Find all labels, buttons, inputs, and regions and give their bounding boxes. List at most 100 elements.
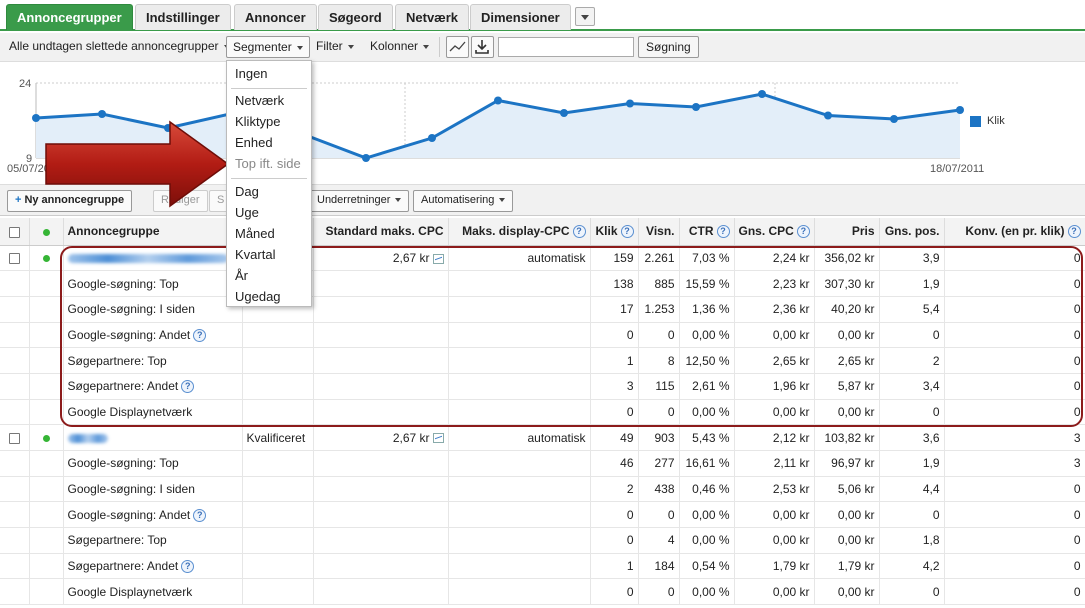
ad-group-name-link[interactable] — [67, 254, 228, 264]
menu-item-kvartal[interactable]: Kvartal — [227, 244, 311, 265]
table-row[interactable]: 2,67 kr automatisk 159 2.261 7,03 % 2,24 kr 35… — [0, 245, 1085, 272]
help-icon[interactable]: ? — [716, 225, 730, 239]
header-avg-cpc[interactable]: Gns. CPC? — [734, 218, 815, 246]
header-clicks[interactable]: Klik? — [590, 218, 639, 246]
tab-soegeord[interactable]: Søgeord — [318, 4, 393, 30]
header-std-cpc[interactable]: Standard maks. CPC — [313, 218, 449, 246]
help-icon[interactable]: ? — [1067, 225, 1081, 239]
row-checkbox[interactable] — [8, 253, 20, 265]
data-point[interactable] — [890, 115, 898, 123]
header-avg-cpc-label: Gns. CPC — [738, 224, 794, 239]
status-filter-dropdown[interactable]: Alle undtagen slettede annoncegrupper — [9, 39, 230, 53]
ad-group-name-cell[interactable] — [63, 424, 243, 451]
table-row[interactable]: Google-søgning: Andet? 0 0 0,00 % 0,00 kr 0,0… — [0, 501, 1085, 529]
table-row[interactable]: Google-søgning: Andet? 0 0 0,00 % 0,00 kr 0,0… — [0, 322, 1085, 349]
more-tabs-dropdown[interactable] — [575, 7, 595, 26]
row-checkbox[interactable] — [8, 432, 20, 444]
select-all-checkbox[interactable] — [8, 226, 20, 238]
header-display-cpc[interactable]: Maks. display-CPC? — [448, 218, 591, 246]
header-conversions[interactable]: Konv. (en pr. klik)? — [944, 218, 1085, 246]
row-checkbox-cell[interactable] — [0, 424, 30, 451]
download-icon[interactable] — [471, 36, 494, 58]
search-button[interactable]: Søgning — [638, 36, 699, 58]
menu-item-kliktype[interactable]: Kliktype — [227, 111, 311, 132]
data-point[interactable] — [98, 110, 106, 118]
menu-item-ingen[interactable]: Ingen — [227, 63, 311, 84]
tab-annoncegrupper[interactable]: Annoncegrupper — [6, 4, 133, 30]
table-row[interactable]: Google-søgning: Top 46 277 16,61 % 2,11 kr 96… — [0, 450, 1085, 477]
status-cell — [242, 347, 314, 374]
status-cell — [242, 373, 314, 400]
menu-item-enhed[interactable]: Enhed — [227, 132, 311, 153]
bid-chart-icon[interactable] — [432, 253, 444, 264]
help-icon[interactable]: ? — [193, 329, 207, 343]
std-cpc-cell[interactable]: 2,67 kr — [313, 245, 449, 272]
data-point[interactable] — [824, 111, 832, 120]
data-point[interactable] — [758, 90, 766, 98]
row-checkbox-cell[interactable] — [0, 245, 30, 272]
help-icon[interactable]: ? — [193, 508, 207, 522]
table-row[interactable]: Søgepartnere: Andet? 3 115 2,61 % 1,96 kr 5,8… — [0, 373, 1085, 400]
menu-item-maaned[interactable]: Måned — [227, 223, 311, 244]
table-row[interactable]: Søgepartnere: Andet? 1 184 0,54 % 1,79 kr 1,7… — [0, 553, 1085, 580]
data-point[interactable] — [560, 109, 568, 117]
header-impressions[interactable]: Visn. — [638, 218, 680, 246]
ad-group-name-cell[interactable] — [63, 245, 243, 272]
help-icon[interactable]: ? — [181, 560, 195, 574]
tab-indstillinger[interactable]: Indstillinger — [135, 4, 231, 30]
table-row[interactable]: Søgepartnere: Top 1 8 12,50 % 2,65 kr 2,65 kr… — [0, 347, 1085, 374]
table-row[interactable]: Google-søgning: I siden 17 1.253 1,36 % 2,36… — [0, 296, 1085, 323]
data-point[interactable] — [428, 134, 436, 142]
data-point[interactable] — [32, 114, 40, 122]
toolbar: Alle undtagen slettede annoncegrupper Se… — [0, 33, 1085, 62]
table-row[interactable]: Søgepartnere: Top 0 4 0,00 % 0,00 kr 0,00 kr 1… — [0, 527, 1085, 554]
pointer-arrow-icon — [45, 120, 230, 208]
table-row[interactable]: Google Displaynetværk 0 0 0,00 % 0,00 kr 0,00… — [0, 578, 1085, 606]
tab-annoncer[interactable]: Annoncer — [234, 4, 317, 30]
avg-pos-cell: 0 — [879, 322, 945, 349]
table-row[interactable]: Google-søgning: Top 138 885 15,59 % 2,23 kr 3… — [0, 270, 1085, 297]
tab-netvaerk[interactable]: Netværk — [395, 4, 470, 30]
data-point[interactable] — [362, 154, 370, 162]
ad-group-name-cell: Google-søgning: Top — [63, 270, 243, 297]
graph-toggle-icon[interactable] — [446, 36, 469, 58]
data-point[interactable] — [626, 99, 634, 108]
display-cpc-cell[interactable]: automatisk — [448, 245, 591, 272]
menu-item-ugedag[interactable]: Ugedag — [227, 286, 311, 307]
std-cpc-value[interactable]: 2,67 kr — [393, 431, 430, 445]
alerts-dropdown[interactable]: Underretninger — [309, 190, 410, 212]
menu-item-aar[interactable]: År — [227, 265, 311, 286]
automation-dropdown[interactable]: Automatisering — [413, 190, 514, 212]
ad-group-name-link[interactable] — [67, 433, 108, 443]
help-icon[interactable]: ? — [572, 225, 586, 239]
columns-dropdown[interactable]: Kolonner — [370, 39, 430, 53]
std-cpc-cell[interactable]: 2,67 kr — [313, 424, 449, 451]
help-icon[interactable]: ? — [620, 225, 634, 239]
select-all-checkbox-cell[interactable] — [0, 218, 30, 246]
std-cpc-value[interactable]: 2,67 kr — [393, 251, 430, 265]
data-point[interactable] — [494, 96, 502, 105]
segments-button[interactable]: Segmenter — [226, 36, 310, 58]
table-row[interactable]: Kvalificeret 2,67 kr automatisk 49 903 5,43 %… — [0, 424, 1085, 451]
clicks-cell: 2 — [590, 476, 639, 503]
menu-item-uge[interactable]: Uge — [227, 202, 311, 223]
tab-dimensioner[interactable]: Dimensioner — [470, 4, 571, 30]
display-cpc-cell[interactable]: automatisk — [448, 424, 591, 451]
table-row[interactable]: Google Displaynetværk 0 0 0,00 % 0,00 kr 0,00… — [0, 399, 1085, 426]
header-ad-group[interactable]: Annoncegruppe — [63, 218, 243, 246]
bid-chart-icon[interactable] — [432, 433, 444, 444]
help-icon[interactable]: ? — [796, 225, 810, 239]
status-cell — [242, 476, 314, 503]
help-icon[interactable]: ? — [181, 380, 195, 394]
table-row[interactable]: Google-søgning: I siden 2 438 0,46 % 2,53 kr… — [0, 476, 1085, 503]
header-avg-pos[interactable]: Gns. pos. — [879, 218, 945, 246]
menu-item-top-side[interactable]: Top ift. side — [227, 153, 311, 174]
filter-dropdown[interactable]: Filter — [316, 39, 354, 53]
header-ctr[interactable]: CTR? — [679, 218, 735, 246]
data-point[interactable] — [692, 103, 700, 111]
menu-item-dag[interactable]: Dag — [227, 181, 311, 202]
search-input[interactable] — [498, 37, 634, 57]
menu-item-netvaerk[interactable]: Netværk — [227, 90, 311, 111]
data-point[interactable] — [956, 106, 964, 114]
header-cost[interactable]: Pris — [814, 218, 880, 246]
